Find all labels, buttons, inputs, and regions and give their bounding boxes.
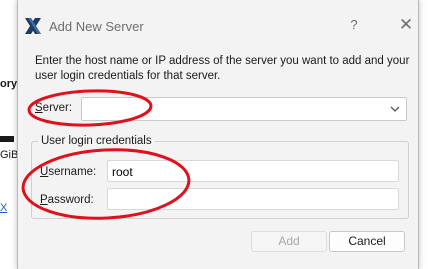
add-button[interactable]: Add: [251, 231, 327, 252]
help-button[interactable]: ?: [344, 15, 364, 35]
username-label-text: sername:: [48, 166, 97, 178]
username-label: Username:: [40, 166, 96, 178]
dialog-title: Add New Server: [49, 19, 144, 34]
server-label-mnemonic: S: [35, 102, 43, 114]
password-input[interactable]: [107, 188, 399, 210]
background-heading-fragment: ory: [0, 78, 18, 90]
x-logo-icon: [25, 18, 41, 34]
add-server-dialog: Add New Server ? ✕ Enter the host name o…: [17, 0, 419, 269]
chevron-down-icon[interactable]: [389, 103, 401, 115]
username-input[interactable]: root: [107, 160, 399, 182]
server-label-text: erver:: [42, 102, 73, 114]
background-link-fragment[interactable]: X: [0, 202, 7, 214]
server-combobox[interactable]: [81, 97, 407, 121]
cancel-button[interactable]: Cancel: [329, 231, 405, 252]
password-label: Password:: [40, 194, 94, 206]
background-size-fragment: GiB: [0, 149, 19, 161]
dialog-description: Enter the host name or IP address of the…: [35, 55, 410, 82]
credentials-group-title: User login credentials: [38, 135, 155, 147]
server-label: Server:: [35, 102, 72, 114]
password-label-mnemonic: P: [40, 194, 48, 206]
password-label-text: assword:: [47, 194, 94, 206]
close-button[interactable]: ✕: [396, 14, 416, 36]
username-value: root: [112, 165, 133, 179]
dialog-titlebar[interactable]: Add New Server ? ✕: [18, 0, 418, 50]
background-progress-bar: [0, 136, 14, 142]
